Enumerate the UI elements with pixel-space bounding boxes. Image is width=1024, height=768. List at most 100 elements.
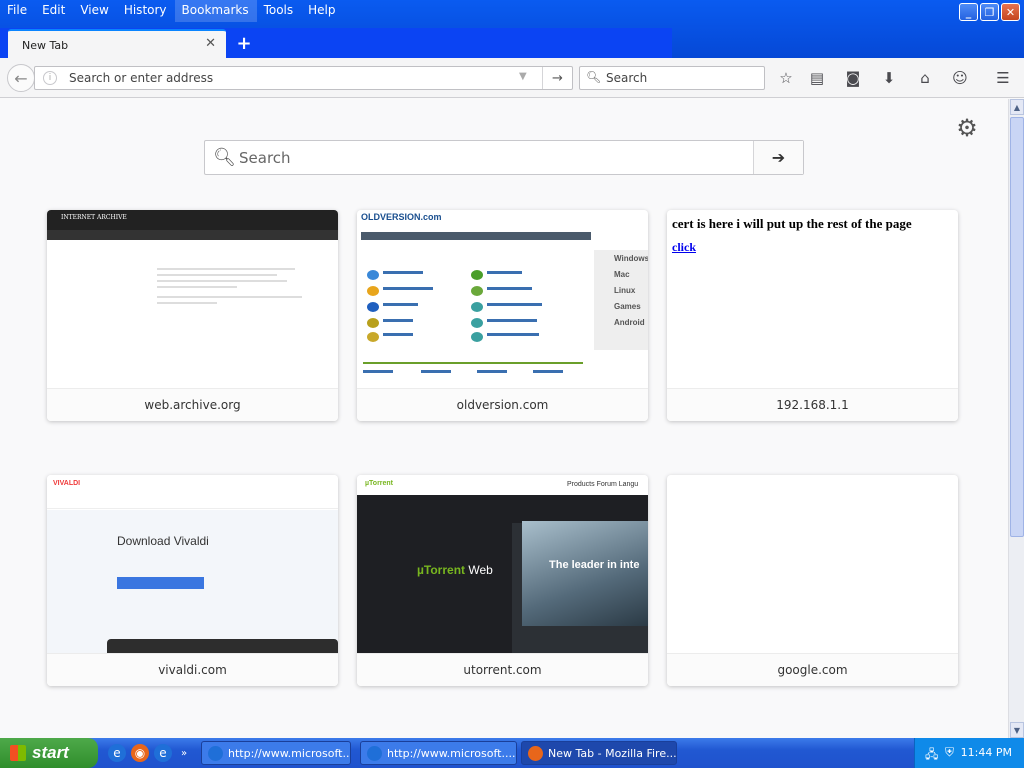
new-tab-page: ⚙ 🔍︎ ➔ INTERNET ARCHIVE web.archive.org …	[0, 99, 1008, 738]
top-site-tile[interactable]: µTorrent Products Forum Langu µTorrent W…	[357, 475, 648, 686]
platform-label: Games	[614, 302, 641, 311]
app-icon	[367, 318, 379, 328]
tile-thumbnail: µTorrent Products Forum Langu µTorrent W…	[357, 475, 648, 653]
close-window-button[interactable]: ✕	[1001, 3, 1020, 21]
app-link-line	[487, 287, 532, 290]
firefox-icon[interactable]: ◉	[131, 744, 149, 762]
search-bar[interactable]: 🔍︎	[579, 66, 765, 90]
menu-help[interactable]: Help	[301, 0, 343, 22]
go-arrow-icon[interactable]: →	[542, 67, 572, 89]
page-search-input[interactable]	[237, 147, 737, 169]
menu-edit[interactable]: Edit	[35, 0, 73, 22]
address-input[interactable]	[67, 69, 507, 87]
feedback-smiley-icon[interactable]: ☺	[949, 67, 971, 89]
top-site-tile[interactable]: VIVALDI Download Vivaldi vivaldi.com	[47, 475, 338, 686]
internet-explorer-icon[interactable]: e	[108, 744, 126, 762]
thumb-header	[47, 475, 338, 509]
clock: 11:44 PM	[960, 746, 1012, 759]
app-icon	[471, 270, 483, 280]
thumb-body: Download Vivaldi	[47, 510, 338, 653]
tile-label: 192.168.1.1	[667, 388, 958, 421]
app-icon	[471, 286, 483, 296]
hamburger-menu-icon[interactable]: ☰	[992, 67, 1014, 89]
app-link-line	[383, 319, 413, 322]
utorrent-web-word: Web	[468, 563, 493, 577]
archive-logo: INTERNET ARCHIVE	[61, 214, 127, 221]
router-page-link: click	[672, 240, 696, 254]
home-icon[interactable]: ⌂	[914, 67, 936, 89]
taskbar-item-label: New Tab - Mozilla Fire...	[548, 747, 677, 760]
tile-thumbnail: cert is here i will put up the rest of t…	[667, 210, 958, 388]
tile-label: utorrent.com	[357, 653, 648, 686]
search-go-arrow-icon[interactable]: ➔	[753, 141, 803, 174]
site-info-icon[interactable]: i	[43, 71, 57, 85]
app-link-line	[487, 319, 537, 322]
menu-bar: File Edit View History Bookmarks Tools H…	[0, 0, 344, 22]
taskbar-item[interactable]: New Tab - Mozilla Fire...	[521, 741, 677, 765]
network-icon[interactable]: 🖧	[925, 745, 938, 766]
maximize-button[interactable]: ❐	[980, 3, 999, 21]
bookmark-star-icon[interactable]: ☆	[775, 67, 797, 89]
top-site-tile[interactable]: INTERNET ARCHIVE web.archive.org	[47, 210, 338, 421]
gear-icon[interactable]: ⚙	[954, 114, 980, 142]
thumb-nav	[361, 232, 591, 240]
app-icon	[471, 318, 483, 328]
app-icon	[367, 302, 379, 312]
tile-thumbnail	[667, 475, 958, 653]
vivaldi-logo: VIVALDI	[53, 480, 81, 487]
app-link-line	[383, 303, 418, 306]
ie-quicklaunch-icon[interactable]: e	[154, 744, 172, 762]
tile-thumbnail: OLDVERSION.com Windows Mac Linux Games A…	[357, 210, 648, 388]
top-site-tile[interactable]: cert is here i will put up the rest of t…	[667, 210, 958, 421]
menu-tools[interactable]: Tools	[257, 0, 302, 22]
tab-close-icon[interactable]: ✕	[205, 36, 216, 51]
app-link-line	[487, 271, 522, 274]
platform-label: Windows	[614, 254, 648, 263]
utorrent-lead-text: The leader in inte	[549, 559, 640, 571]
search-input[interactable]	[604, 69, 754, 87]
history-dropdown-icon[interactable]: ▼	[519, 71, 527, 82]
start-button[interactable]: start	[0, 738, 98, 768]
security-shield-icon[interactable]: ⛨	[945, 745, 954, 760]
ie-icon	[367, 746, 382, 761]
platform-label: Mac	[614, 270, 630, 279]
downloads-icon[interactable]: ⬇	[878, 67, 900, 89]
scrollbar-thumb[interactable]	[1010, 117, 1024, 537]
taskbar-item[interactable]: http://www.microsoft....	[201, 741, 351, 765]
taskbar-item[interactable]: http://www.microsoft....	[360, 741, 517, 765]
firefox-icon	[528, 746, 543, 761]
minimize-button[interactable]: _	[959, 3, 978, 21]
vertical-scrollbar[interactable]: ▲ ▼	[1008, 99, 1024, 738]
menu-history[interactable]: History	[117, 0, 175, 22]
start-label: start	[32, 743, 69, 762]
platform-label: Linux	[614, 286, 636, 295]
utorrent-web-title: µTorrent Web	[417, 563, 493, 577]
taskbar-item-label: http://www.microsoft....	[387, 747, 516, 760]
platform-label: Android	[614, 318, 645, 327]
tile-label: google.com	[667, 653, 958, 686]
top-site-tile[interactable]: google.com	[667, 475, 958, 686]
menu-bookmarks[interactable]: Bookmarks	[174, 0, 257, 22]
scroll-up-arrow-icon[interactable]: ▲	[1010, 99, 1024, 115]
back-arrow-icon[interactable]: ←	[7, 64, 35, 92]
tab-new-tab[interactable]: New Tab ✕	[8, 29, 226, 58]
app-link-line	[487, 303, 542, 306]
reading-list-icon[interactable]: ▤	[806, 67, 828, 89]
top-site-tile[interactable]: OLDVERSION.com Windows Mac Linux Games A…	[357, 210, 648, 421]
menu-file[interactable]: File	[0, 0, 35, 22]
quicklaunch-expand-icon[interactable]: »	[178, 744, 190, 762]
window-controls: _ ❐ ✕	[959, 3, 1020, 21]
pocket-icon[interactable]: ◙	[842, 67, 864, 89]
app-link-line	[383, 333, 413, 336]
thumb-browser-preview	[107, 639, 338, 653]
thumb-body: µTorrent Web The leader in inte	[357, 495, 648, 653]
menu-view[interactable]: View	[73, 0, 116, 22]
url-bar[interactable]: i ▼ →	[34, 66, 573, 90]
scroll-down-arrow-icon[interactable]: ▼	[1010, 722, 1024, 738]
tile-label: oldversion.com	[357, 388, 648, 421]
app-icon	[367, 270, 379, 280]
oldversion-logo: OLDVERSION.com	[361, 212, 442, 222]
page-search-box[interactable]: 🔍︎ ➔	[204, 140, 804, 175]
new-tab-plus-icon[interactable]: +	[234, 33, 254, 54]
taskbar-item-label: http://www.microsoft....	[228, 747, 351, 760]
